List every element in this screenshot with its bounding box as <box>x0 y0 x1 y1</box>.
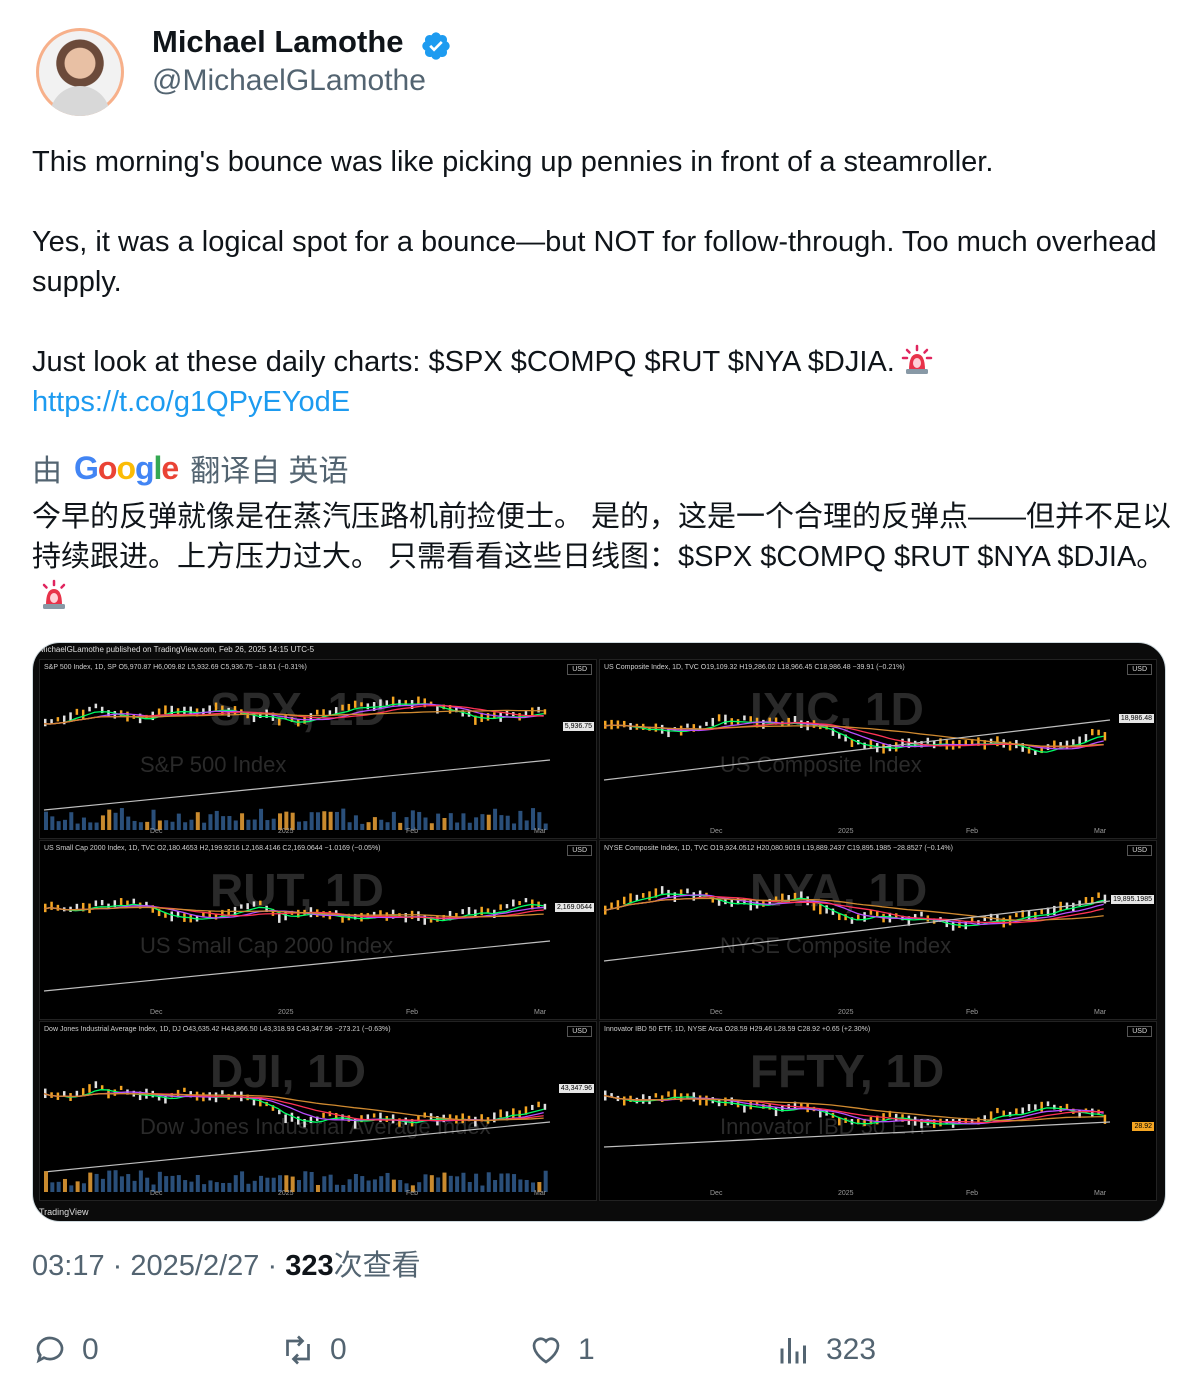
tweet-paragraph-1: This morning's bounce was like picking u… <box>32 146 994 178</box>
currency-label: USD <box>1127 664 1152 675</box>
translation-prefix: 由 <box>32 455 62 488</box>
meta-separator: · <box>267 1250 278 1282</box>
time-axis-label: Dec <box>150 828 163 835</box>
time-axis-label: Mar <box>1094 828 1107 835</box>
chart-panel-title: Innovator IBD 50 ETF, 1D, NYSE Arca O28.… <box>604 1026 871 1033</box>
tweet-paragraph-3-text: Just look at these daily charts: $SPX $C… <box>32 346 895 378</box>
chart-panel-title: Dow Jones Industrial Average Index, 1D, … <box>44 1026 391 1033</box>
tweet-link[interactable]: https://t.co/g1QPyEYodE <box>32 382 1172 422</box>
chart-panel-title: US Composite Index, 1D, TVC O19,109.32 H… <box>604 664 905 671</box>
like-count: 1 <box>578 1333 595 1366</box>
currency-label: USD <box>567 845 592 856</box>
chart-panel-title: S&P 500 Index, 1D, SP O5,970.87 H6,009.8… <box>44 664 307 671</box>
price-chart <box>603 1089 1111 1148</box>
tradingview-logo: TradingView <box>39 1207 89 1217</box>
time-axis-label: Feb <box>966 828 979 835</box>
like-button[interactable]: 1 <box>528 1330 595 1370</box>
time-axis-label: Dec <box>710 1190 723 1197</box>
time-axis-label: 2025 <box>838 1009 854 1016</box>
time-axis-label: Feb <box>406 1009 419 1016</box>
last-price-label: 28.92 <box>1132 1122 1154 1131</box>
time-axis-label: 2025 <box>278 1009 294 1016</box>
translated-text-body: 今早的反弹就像是在蒸汽压路机前捡便士。 是的，这是一个合理的反弹点——但并不足以… <box>32 501 1172 573</box>
tweet-paragraph-3: Just look at these daily charts: $SPX $C… <box>32 342 1172 382</box>
time-axis-label: Dec <box>150 1009 163 1016</box>
verified-badge-icon <box>422 32 450 60</box>
currency-label: USD <box>567 1026 592 1037</box>
chart-panel: IXIC, 1D US Composite Index US Composite I… <box>599 659 1157 839</box>
last-price-label: 19,895.1985 <box>1111 895 1154 904</box>
time-axis-label: Dec <box>710 828 723 835</box>
time-axis-label: Mar <box>534 828 547 835</box>
chart-panel: DJI, 1D Dow Jones Industrial Average Inde… <box>39 1021 597 1201</box>
rotating-light-icon <box>42 579 66 609</box>
repost-icon <box>286 1335 310 1365</box>
time-axis-label: Feb <box>406 1190 419 1197</box>
time-axis-label: Feb <box>406 828 419 835</box>
google-logo: Google <box>74 449 179 486</box>
time-axis-label: Mar <box>1094 1190 1107 1197</box>
tweet-paragraph-2: Yes, it was a logical spot for a bounce—… <box>32 226 1157 298</box>
time-axis-label: Dec <box>710 1009 723 1016</box>
avatar-shirt <box>50 86 110 116</box>
last-price-label: 18,986.48 <box>1118 714 1154 723</box>
meta-separator: · <box>112 1250 123 1282</box>
tweet-meta: 03:17 · 2025/2/27 · 323次查看 <box>32 1242 421 1284</box>
price-chart <box>603 714 1111 781</box>
time-axis-label: Mar <box>1094 1009 1107 1016</box>
chart-image-header: MichaelGLamothe published on TradingView… <box>39 645 315 654</box>
chart-panel: FFTY, 1D Innovator IBD 50 ETF Innovator IB… <box>599 1021 1157 1201</box>
currency-label: USD <box>1127 1026 1152 1037</box>
price-chart <box>43 1081 551 1192</box>
author-name[interactable]: Michael Lamothe <box>152 24 404 60</box>
time-axis-label: 2025 <box>838 828 854 835</box>
chart-panel-title: NYSE Composite Index, 1D, TVC O19,924.05… <box>604 845 953 852</box>
time-axis-label: 2025 <box>838 1190 854 1197</box>
time-axis-label: Feb <box>966 1190 979 1197</box>
time-axis-label: Mar <box>534 1009 547 1016</box>
time-axis-label: Dec <box>150 1190 163 1197</box>
views-count: 323 <box>826 1333 877 1366</box>
time-axis-label: Mar <box>534 1190 547 1197</box>
currency-label: USD <box>1127 845 1152 856</box>
analytics-icon <box>780 1338 806 1364</box>
price-chart <box>43 898 551 992</box>
reply-icon <box>36 1336 64 1364</box>
chart-panel: RUT, 1D US Small Cap 2000 Index US Small C… <box>39 840 597 1020</box>
price-chart <box>43 696 551 830</box>
translated-text: 今早的反弹就像是在蒸汽压路机前捡便士。 是的，这是一个合理的反弹点——但并不足以… <box>32 497 1172 617</box>
view-count-label: 次查看 <box>333 1250 421 1282</box>
repost-count: 0 <box>330 1333 347 1366</box>
last-price-label: 2,169.0644 <box>554 903 594 912</box>
chart-image[interactable]: MichaelGLamothe published on TradingView… <box>32 642 1166 1222</box>
author-handle[interactable]: @MichaelGLamothe <box>152 64 426 98</box>
time-axis-label: 2025 <box>278 828 294 835</box>
reply-button[interactable]: 0 <box>32 1330 99 1370</box>
tweet-date[interactable]: 2025/2/27 <box>130 1250 259 1282</box>
chart-panel: NYA, 1D NYSE Composite Index NYSE Composit… <box>599 840 1157 1020</box>
heart-icon <box>532 1337 560 1364</box>
price-chart <box>603 886 1111 962</box>
chart-panel: SPX, 1D S&P 500 Index S&P 500 Index, 1D, S… <box>39 659 597 839</box>
view-count: 323 <box>285 1250 334 1282</box>
views-button[interactable]: 323 <box>776 1330 876 1370</box>
last-price-label: 43,347.96 <box>558 1084 594 1093</box>
time-axis-label: Feb <box>966 1009 979 1016</box>
time-axis-label: 2025 <box>278 1190 294 1197</box>
reply-count: 0 <box>82 1333 99 1366</box>
chart-panel-title: US Small Cap 2000 Index, 1D, TVC O2,180.… <box>44 845 381 852</box>
translation-suffix: 翻译自 英语 <box>190 455 349 488</box>
rotating-light-icon <box>901 344 933 374</box>
repost-button[interactable]: 0 <box>280 1330 347 1370</box>
tweet-time[interactable]: 03:17 <box>32 1250 105 1282</box>
translation-header: 由 Google 翻译自 英语 <box>32 446 349 490</box>
currency-label: USD <box>567 664 592 675</box>
last-price-label: 5,936.75 <box>562 722 594 731</box>
avatar[interactable] <box>36 28 124 116</box>
